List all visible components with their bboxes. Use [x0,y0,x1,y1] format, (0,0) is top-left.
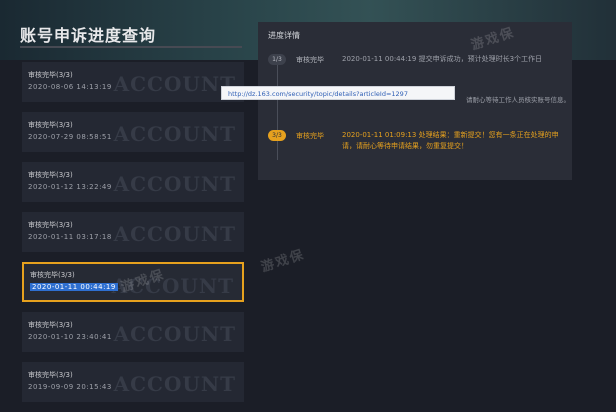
record-date: 2020-08-06 14:13:19 [28,83,112,91]
record-date: 2020-01-10 23:40:41 [28,333,112,341]
record-status: 审核完毕(3/3) [28,171,73,179]
step-status-1: 审核完毕 [296,56,324,64]
appeal-record-list: ACCOUNT 审核完毕(3/3) 2020-08-06 14:13:19 AC… [22,62,244,412]
record-item-6[interactable]: ACCOUNT 审核完毕(3/3) 2020-01-10 23:40:41 [22,312,244,352]
record-status: 审核完毕(3/3) [28,71,73,79]
progress-detail-panel: 进度详情 1/3 审核完毕 2020-01-11 00:44:19 提交申诉成功… [258,22,572,180]
record-status: 审核完毕(3/3) [28,221,73,229]
timeline-line [277,62,278,160]
record-status: 审核完毕(3/3) [28,121,73,129]
url-tooltip[interactable]: http://dz.163.com/security/topic/details… [221,86,455,100]
record-item-2[interactable]: ACCOUNT 审核完毕(3/3) 2020-07-29 08:58:51 [22,112,244,152]
brand-watermark: 游戏保 [259,247,307,276]
record-status: 审核完毕(3/3) [28,371,73,379]
step-badge-1: 1/3 [268,54,286,65]
step-text-1: 2020-01-11 00:44:19 提交申诉成功，预计处理时长3个工作日 [342,55,543,63]
record-item-4[interactable]: ACCOUNT 审核完毕(3/3) 2020-01-11 03:17:18 [22,212,244,252]
record-date: 2020-07-29 08:58:51 [28,133,112,141]
record-date: 2019-09-09 20:15:43 [28,383,112,391]
record-item-1[interactable]: ACCOUNT 审核完毕(3/3) 2020-08-06 14:13:19 [22,62,244,102]
title-divider [20,46,242,48]
step-text-3: 2020-01-11 01:09:13 处理结果：重新提交！您有一条正在处理的申… [342,131,559,150]
record-date: 2020-01-12 13:22:49 [28,183,112,191]
record-date-highlighted: 2020-01-11 00:44:19 [30,283,118,291]
step-status-3: 审核完毕 [296,132,324,140]
page-title: 账号申诉进度查询 [20,26,157,45]
record-date: 2020-01-11 03:17:18 [28,233,112,241]
record-item-7[interactable]: ACCOUNT 审核完毕(3/3) 2019-09-09 20:15:43 [22,362,244,402]
record-item-3[interactable]: ACCOUNT 审核完毕(3/3) 2020-01-12 13:22:49 [22,162,244,202]
detail-title: 进度详情 [268,31,300,40]
record-status: 审核完毕(3/3) [28,321,73,329]
step-badge-3: 3/3 [268,130,286,141]
